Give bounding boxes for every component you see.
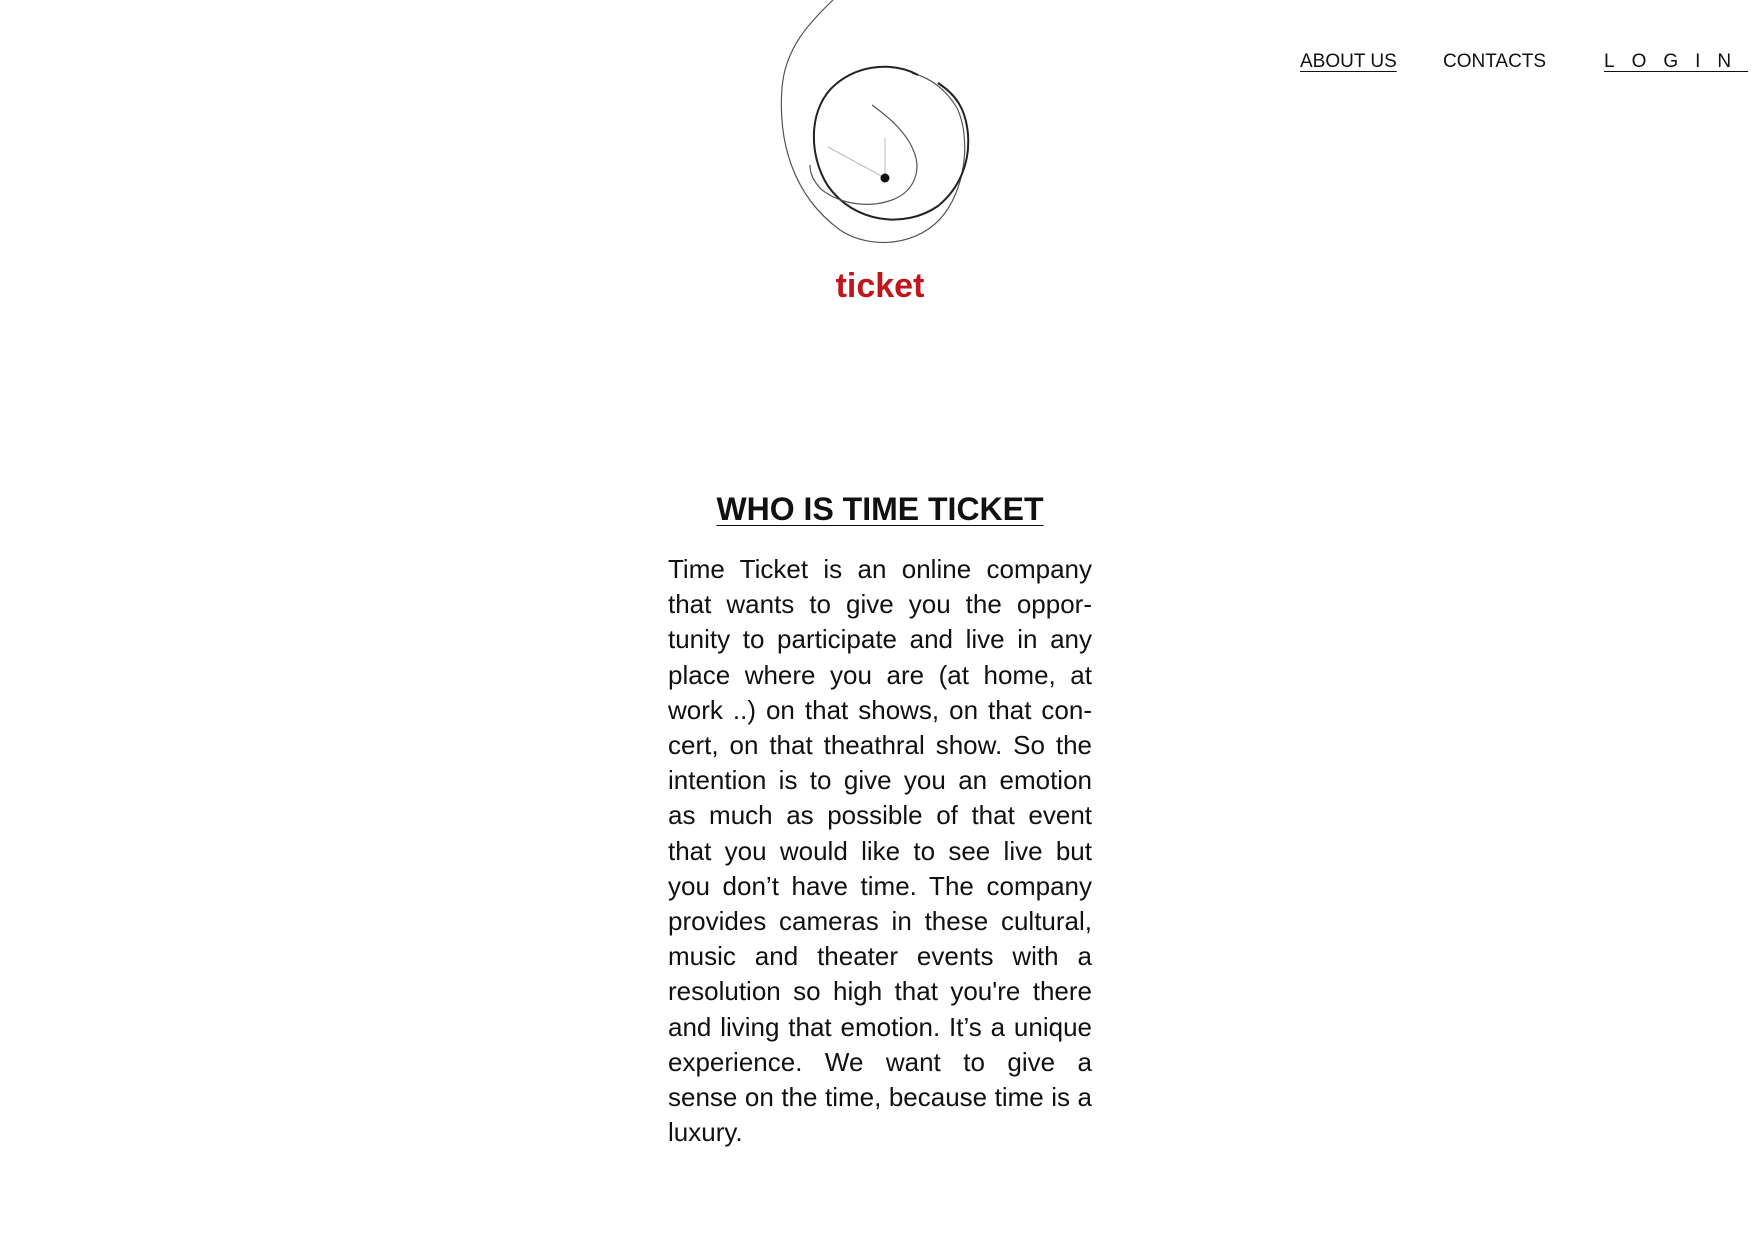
section-title: WHO IS TIME TICKET bbox=[0, 489, 1754, 529]
logo-inner-swirl bbox=[809, 104, 918, 205]
nav-about-us-link[interactable]: ABOUT US bbox=[1300, 50, 1397, 74]
brand-name: ticket bbox=[835, 267, 925, 305]
logo-center-dot bbox=[880, 173, 890, 183]
logo-hour-hand bbox=[827, 146, 886, 179]
clock-spiral-logo-icon[interactable] bbox=[770, 0, 1000, 250]
section-title-text: WHO IS TIME TICKET bbox=[716, 491, 1044, 528]
nav-contacts-link[interactable]: CONTACTS bbox=[1443, 50, 1546, 74]
about-paragraph: Time Ticket is an online company that wa… bbox=[668, 554, 1092, 1148]
logo-clock-ring bbox=[812, 65, 970, 221]
nav-login-link[interactable]: LOGIN bbox=[1604, 50, 1748, 74]
logo-graphic bbox=[780, 0, 970, 244]
